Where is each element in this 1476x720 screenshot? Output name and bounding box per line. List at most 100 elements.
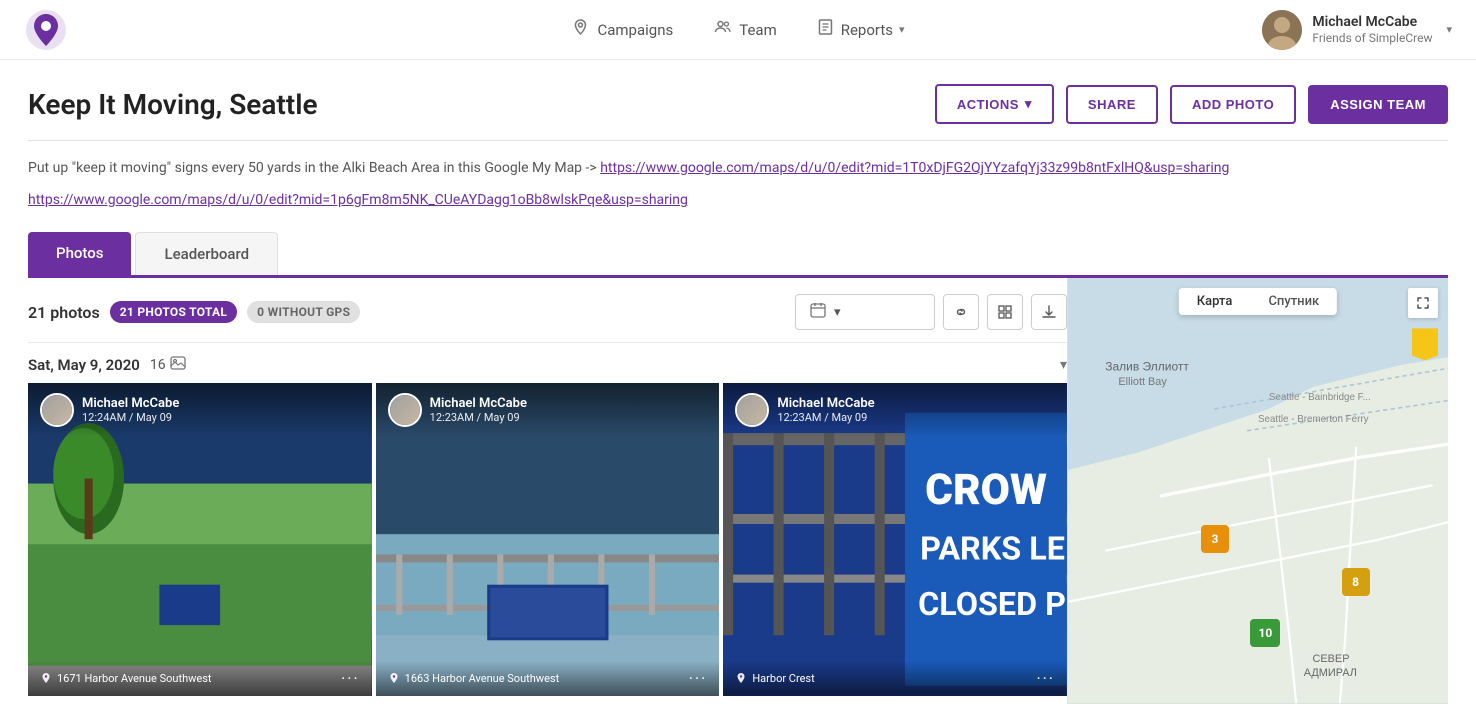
photo-time: 12:24AM / May 09 <box>82 411 179 424</box>
reports-icon <box>817 18 835 41</box>
photos-panel: 21 photos 21 PHOTOS TOTAL 0 WITHOUT GPS <box>28 278 1068 703</box>
nav-team-label: Team <box>739 21 777 39</box>
date-group-info: Sat, May 9, 2020 16 <box>28 355 186 375</box>
map-marker-8[interactable]: 8 <box>1342 568 1370 596</box>
add-photo-button[interactable]: ADD PHOTO <box>1170 85 1296 124</box>
photo-card[interactable]: Michael McCabe 12:24AM / May 09 1671 Har… <box>28 383 372 695</box>
photo-avatar-img <box>42 395 72 425</box>
svg-text:Seattle - Bremerton Ferry: Seattle - Bremerton Ferry <box>1258 414 1369 425</box>
photos-toolbar: 21 photos 21 PHOTOS TOTAL 0 WITHOUT GPS <box>28 278 1067 343</box>
photo-user-name: Michael McCabe <box>430 396 527 411</box>
photo-avatar-img <box>737 395 767 425</box>
photo-more-button[interactable]: ··· <box>1036 669 1055 688</box>
photo-overlay-bottom: 1663 Harbor Avenue Southwest ··· <box>376 661 720 696</box>
user-info: Michael McCabe Friends of SimpleCrew <box>1312 13 1432 47</box>
photo-avatar-img <box>390 395 420 425</box>
logo[interactable] <box>24 8 68 52</box>
map-link-1[interactable]: https://www.google.com/maps/d/u/0/edit?m… <box>600 160 1229 176</box>
map-link-2[interactable]: https://www.google.com/maps/d/u/0/edit?m… <box>28 192 688 208</box>
actions-button[interactable]: ACTIONS ▾ <box>935 84 1054 124</box>
svg-text:CROW: CROW <box>925 466 1047 515</box>
nav-reports-label: Reports <box>841 21 893 39</box>
map-marker-3[interactable]: 3 <box>1201 525 1229 553</box>
user-menu-chevron-icon: ▾ <box>1446 23 1452 36</box>
photo-user-name: Michael McCabe <box>82 396 179 411</box>
photos-count-area: 21 photos 21 PHOTOS TOTAL 0 WITHOUT GPS <box>28 301 360 323</box>
description: Put up "keep it moving" signs every 50 y… <box>28 157 1448 179</box>
photo-overlay-bottom: 1671 Harbor Avenue Southwest ··· <box>28 661 372 696</box>
campaigns-icon <box>571 18 589 41</box>
photo-grid: Michael McCabe 12:24AM / May 09 1671 Har… <box>28 383 1067 703</box>
avatar-image <box>1262 10 1302 50</box>
header: Campaigns Team R <box>0 0 1476 60</box>
photo-location: 1671 Harbor Avenue Southwest <box>40 672 212 685</box>
photos-controls: ▾ <box>795 294 1067 330</box>
content-area: 21 photos 21 PHOTOS TOTAL 0 WITHOUT GPS <box>28 278 1448 703</box>
photo-card[interactable]: CROW PARKS LE CLOSED P Michael McCabe 12… <box>723 383 1067 695</box>
nav-campaigns-label: Campaigns <box>597 21 673 39</box>
link-icon-button[interactable] <box>943 294 979 330</box>
date-group-label: Sat, May 9, 2020 <box>28 356 140 374</box>
tab-photos[interactable]: Photos <box>28 232 131 275</box>
main-nav: Campaigns Team R <box>571 18 904 41</box>
map-tab-satellite[interactable]: Спутник <box>1250 288 1337 315</box>
nav-campaigns[interactable]: Campaigns <box>571 18 673 41</box>
nav-team[interactable]: Team <box>713 18 777 41</box>
photo-overlay-top: Michael McCabe 12:23AM / May 09 <box>723 383 1067 437</box>
svg-text:PARKS LE: PARKS LE <box>920 530 1065 568</box>
user-name: Michael McCabe <box>1312 13 1432 31</box>
svg-text:Залив Эллиотт: Залив Эллиотт <box>1105 360 1189 374</box>
date-group-header: Sat, May 9, 2020 16 ▾ <box>28 343 1067 383</box>
svg-text:Elliott Bay: Elliott Bay <box>1118 376 1167 388</box>
photo-overlay-top: Michael McCabe 12:23AM / May 09 <box>376 383 720 437</box>
description-link-2: https://www.google.com/maps/d/u/0/edit?m… <box>28 189 1448 208</box>
date-group-count: 16 <box>150 355 186 375</box>
map-marker-10[interactable]: 10 <box>1250 619 1280 647</box>
grid-view-button[interactable] <box>987 294 1023 330</box>
download-button[interactable] <box>1031 294 1067 330</box>
photo-card[interactable]: Michael McCabe 12:23AM / May 09 1663 Har… <box>376 383 720 695</box>
map-panel: Карта Спутник <box>1068 278 1448 703</box>
collapse-button[interactable]: ▾ <box>1060 357 1067 373</box>
photo-user-info: Michael McCabe 12:23AM / May 09 <box>430 396 527 424</box>
date-chevron-icon: ▾ <box>834 305 841 320</box>
photo-more-button[interactable]: ··· <box>689 669 708 688</box>
assign-team-button[interactable]: ASSIGN TEAM <box>1308 85 1448 124</box>
content-tabs: Photos Leaderboard <box>28 232 1448 278</box>
calendar-icon <box>810 302 826 322</box>
page-title: Keep It Moving, Seattle <box>28 88 318 121</box>
svg-text:CLOSED P: CLOSED P <box>918 585 1066 623</box>
actions-chevron-icon: ▾ <box>1025 96 1032 112</box>
map-bookmark <box>1412 328 1438 360</box>
photo-user-info: Michael McCabe 12:23AM / May 09 <box>777 396 874 424</box>
badge-no-gps: 0 WITHOUT GPS <box>247 301 360 323</box>
share-button[interactable]: SHARE <box>1066 85 1158 124</box>
photo-user-info: Michael McCabe 12:24AM / May 09 <box>82 396 179 424</box>
title-row: Keep It Moving, Seattle ACTIONS ▾ SHARE … <box>28 84 1448 124</box>
photo-time: 12:23AM / May 09 <box>430 411 527 424</box>
svg-text:СЕВЕР: СЕВЕР <box>1313 653 1350 665</box>
photo-avatar <box>40 393 74 427</box>
photo-more-button[interactable]: ··· <box>341 669 360 688</box>
photo-user-name: Michael McCabe <box>777 396 874 411</box>
photo-location: 1663 Harbor Avenue Southwest <box>388 672 560 685</box>
page-content: Keep It Moving, Seattle ACTIONS ▾ SHARE … <box>0 60 1476 704</box>
avatar <box>1262 10 1302 50</box>
map-tabs: Карта Спутник <box>1179 288 1337 315</box>
title-divider <box>28 140 1448 141</box>
tab-leaderboard[interactable]: Leaderboard <box>135 232 278 275</box>
actions-row: ACTIONS ▾ SHARE ADD PHOTO ASSIGN TEAM <box>935 84 1448 124</box>
photo-location: Harbor Crest <box>735 672 814 685</box>
image-icon <box>170 355 186 375</box>
date-filter[interactable]: ▾ <box>795 294 935 330</box>
photo-time: 12:23AM / May 09 <box>777 411 874 424</box>
photos-count: 21 photos <box>28 303 100 322</box>
user-org: Friends of SimpleCrew <box>1312 31 1432 47</box>
photo-avatar <box>735 393 769 427</box>
map-tab-map[interactable]: Карта <box>1179 288 1251 315</box>
reports-chevron-icon: ▾ <box>899 23 905 36</box>
nav-reports[interactable]: Reports ▾ <box>817 18 905 41</box>
map-expand-button[interactable] <box>1408 288 1438 318</box>
user-menu[interactable]: Michael McCabe Friends of SimpleCrew ▾ <box>1262 10 1452 50</box>
badge-total: 21 PHOTOS TOTAL <box>110 301 237 323</box>
